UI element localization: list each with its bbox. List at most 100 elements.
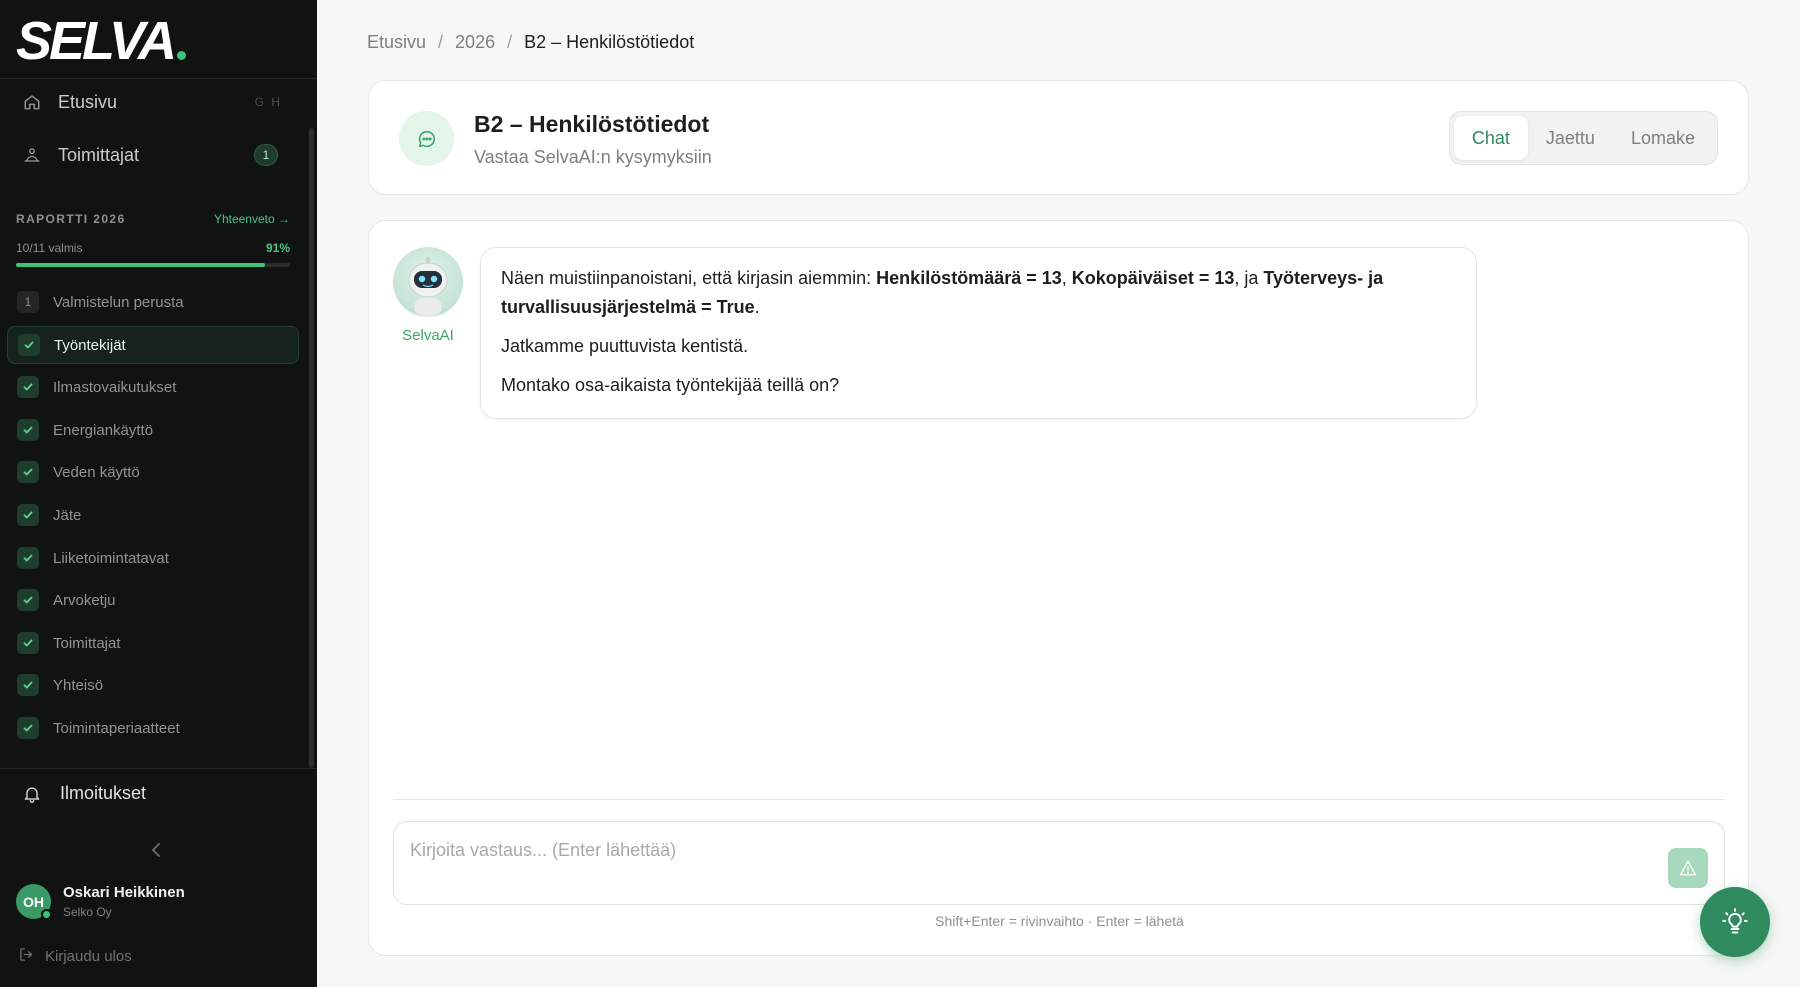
logo-dot [177, 51, 187, 60]
check-icon [17, 461, 39, 483]
step-label: Veden käyttö [53, 463, 140, 481]
check-icon [17, 632, 39, 654]
robot-avatar-icon [393, 247, 463, 317]
progress-bar [16, 263, 290, 267]
lightbulb-icon [1722, 908, 1748, 934]
sidebar-scrollbar[interactable] [309, 128, 314, 768]
progress-fill [16, 263, 266, 267]
tab-chat[interactable]: Chat [1453, 116, 1528, 160]
chevron-left-icon [152, 843, 160, 857]
step-item[interactable]: Yhteisö [7, 666, 299, 704]
breadcrumb-separator: / [507, 32, 513, 52]
logo-text: SELVA [16, 11, 177, 71]
bot-name: SelvaAI [402, 327, 454, 344]
step-item[interactable]: Energiankäyttö [7, 411, 299, 449]
step-item[interactable]: Jäte [7, 496, 299, 534]
user-profile[interactable]: OH Oskari Heikkinen Selko Oy [16, 884, 185, 920]
step-item[interactable]: Työntekijät [7, 326, 299, 364]
reply-input[interactable] [394, 822, 1624, 904]
supplier-icon [22, 145, 42, 165]
step-label: Arvoketju [53, 591, 116, 609]
message-text: , ja [1234, 268, 1264, 288]
step-label: Toimittajat [53, 634, 121, 652]
avatar: OH [16, 884, 52, 920]
collapse-sidebar-button[interactable] [146, 838, 166, 862]
step-label: Toimintaperiaatteet [53, 719, 180, 737]
step-label: Työntekijät [54, 336, 126, 354]
view-switcher: Chat Jaettu Lomake [1448, 111, 1718, 165]
step-label: Ilmastovaikutukset [53, 378, 177, 396]
step-label: Valmistelun perusta [53, 293, 184, 311]
composer-divider [393, 799, 1725, 800]
page-title: B2 – Henkilöstötiedot [474, 111, 710, 137]
selva-logo[interactable]: SELVA [16, 11, 187, 71]
report-title: RAPORTTI 2026 [16, 212, 126, 226]
step-item[interactable]: Toimittajat [7, 624, 299, 662]
notifications-item[interactable]: Ilmoitukset [22, 783, 146, 804]
check-icon [17, 717, 39, 739]
breadcrumb-separator: / [438, 32, 444, 52]
check-icon [17, 674, 39, 696]
tab-form[interactable]: Lomake [1613, 116, 1713, 160]
nav-item-home[interactable]: Etusivu G H [0, 82, 310, 122]
composer [393, 821, 1725, 905]
breadcrumb: Etusivu / 2026 / B2 – Henkilöstötiedot [367, 32, 694, 53]
step-label: Yhteisö [53, 676, 104, 694]
page-subtitle: Vastaa SelvaAI:n kysymyksiin [474, 147, 712, 167]
online-status-dot [41, 909, 52, 920]
sidebar-divider [0, 768, 317, 769]
send-button[interactable] [1668, 848, 1708, 888]
message-value: Henkilöstömäärä = 13 [876, 268, 1062, 288]
bot-identity: SelvaAI [393, 247, 463, 344]
step-item[interactable]: Arvoketju [7, 581, 299, 619]
message-text: , [1061, 268, 1072, 288]
avatar-initials: OH [23, 893, 44, 910]
step-item[interactable]: 1 Valmistelun perusta [7, 283, 299, 321]
check-icon [17, 589, 39, 611]
count-badge: 1 [254, 144, 278, 166]
breadcrumb-home[interactable]: Etusivu [367, 32, 426, 53]
tips-button[interactable] [1700, 887, 1770, 957]
check-icon [18, 334, 40, 356]
home-icon [22, 92, 42, 112]
keyboard-shortcut: G H [254, 95, 282, 109]
check-icon [17, 504, 39, 526]
user-name: Oskari Heikkinen [63, 884, 185, 901]
step-item[interactable]: Ilmastovaikutukset [7, 368, 299, 406]
bell-icon [22, 784, 42, 804]
user-company: Selko Oy [63, 905, 112, 919]
page-header-card: B2 – Henkilöstötiedot Vastaa SelvaAI:n k… [368, 80, 1749, 195]
keyboard-hint: Shift+Enter = rivinvaihto · Enter = lähe… [935, 913, 1184, 929]
step-item[interactable]: Liiketoimintatavat [7, 539, 299, 577]
step-label: Energiankäyttö [53, 421, 154, 439]
breadcrumb-current: B2 – Henkilöstötiedot [524, 32, 695, 52]
check-icon [17, 376, 39, 398]
progress-row: 10/11 valmis 91% [16, 241, 290, 255]
message-text: . [754, 297, 760, 317]
nav-item-label: Etusivu [58, 91, 118, 112]
nav-item-suppliers[interactable]: Toimittajat 1 [0, 135, 310, 175]
chat-panel: SelvaAI Näen muistiinpanoistani, että ki… [368, 220, 1749, 956]
step-label: Liiketoimintatavat [53, 549, 169, 567]
progress-percent: 91% [265, 241, 290, 255]
chat-bubble-icon [399, 111, 454, 166]
tab-shared[interactable]: Jaettu [1528, 116, 1613, 160]
progress-label: 10/11 valmis [16, 241, 83, 255]
nav-item-label: Toimittajat [58, 144, 140, 165]
logout-button[interactable]: Kirjaudu ulos [18, 946, 132, 967]
logout-label: Kirjaudu ulos [45, 948, 132, 965]
sidebar: SELVA Etusivu G H Toimittajat 1 RAPORTTI… [0, 0, 317, 987]
message-value: Kokopäiväiset = 13 [1071, 268, 1235, 288]
send-icon [1679, 860, 1697, 876]
breadcrumb-year[interactable]: 2026 [455, 32, 495, 53]
message-paragraph: Jatkamme puuttuvista kentistä. [501, 336, 749, 356]
summary-link[interactable]: Yhteenveto → [214, 212, 290, 226]
logout-icon [18, 946, 35, 967]
message-paragraph: Näen muistiinpanoistani, että kirjasin a… [501, 264, 1456, 322]
step-item[interactable]: Veden käyttö [7, 453, 299, 491]
assistant-message: Näen muistiinpanoistani, että kirjasin a… [480, 247, 1477, 419]
notifications-label: Ilmoitukset [60, 783, 147, 803]
message-text: Näen muistiinpanoistani, että kirjasin a… [501, 268, 877, 288]
step-item[interactable]: Toimintaperiaatteet [7, 709, 299, 747]
step-number: 1 [17, 291, 39, 313]
